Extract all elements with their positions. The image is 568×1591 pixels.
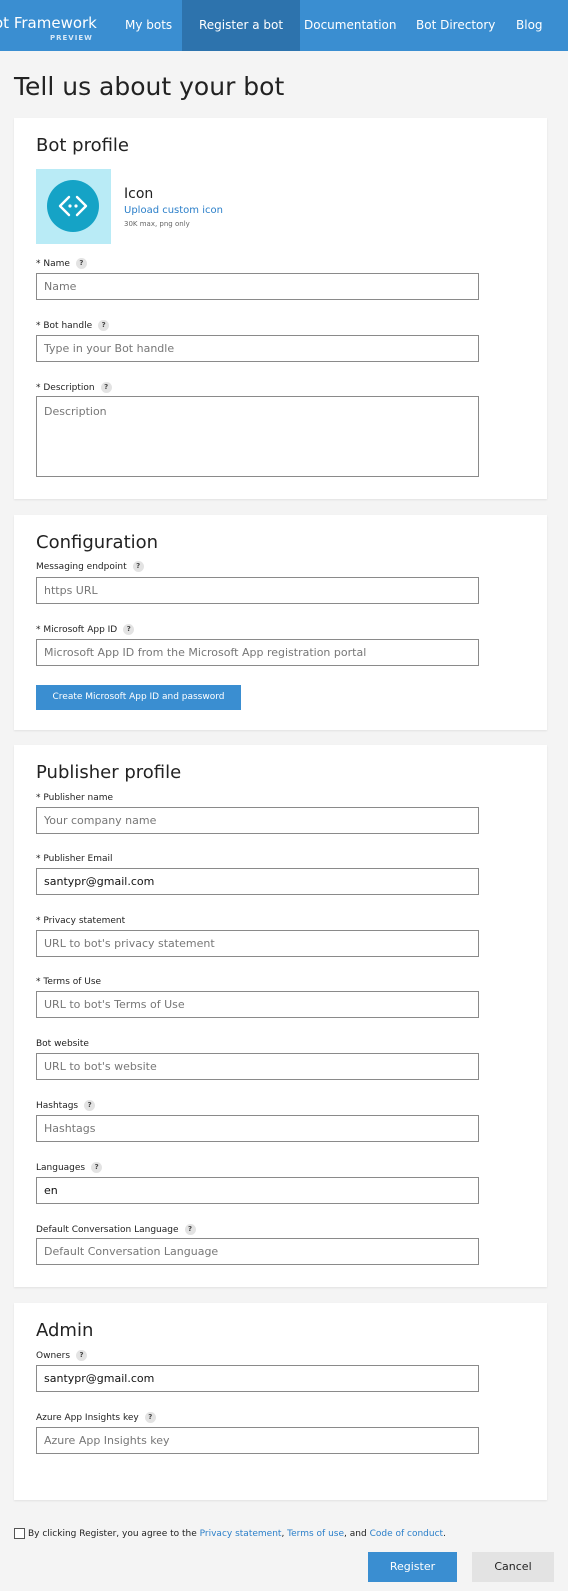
owners-label: Owners? (36, 1350, 88, 1361)
icon-label: Icon (124, 186, 154, 202)
bot-icon (47, 180, 99, 232)
help-icon[interactable]: ? (84, 1100, 96, 1111)
bot-handle-label: * Bot handle? (36, 320, 110, 331)
configuration-heading: Configuration (36, 532, 159, 553)
nav-my-bots[interactable]: My bots (108, 0, 189, 51)
privacy-statement-input[interactable]: URL to bot's privacy statement (36, 930, 479, 957)
admin-heading: Admin (36, 1320, 94, 1341)
name-input[interactable]: Name (36, 273, 479, 300)
nav-register-bot[interactable]: Register a bot (182, 0, 301, 51)
hashtags-input[interactable]: Hashtags (36, 1115, 479, 1142)
app-id-input[interactable]: Microsoft App ID from the Microsoft App … (36, 639, 479, 666)
publisher-email-label: * Publisher Email (36, 854, 113, 864)
configuration-card: Configuration Messaging endpoint? https … (14, 515, 547, 730)
icon-size-note: 30K max, png only (124, 220, 190, 228)
bot-profile-card: Bot profile Icon Upload custom icon 30K … (14, 118, 547, 499)
create-app-id-button[interactable]: Create Microsoft App ID and password (36, 685, 241, 710)
description-label: * Description? (36, 382, 112, 393)
terms-of-use-link[interactable]: Terms of use (287, 1529, 344, 1539)
code-of-conduct-link[interactable]: Code of conduct (370, 1529, 444, 1539)
help-icon[interactable]: ? (144, 1412, 156, 1423)
terms-of-use-input[interactable]: URL to bot's Terms of Use (36, 991, 479, 1018)
insights-key-label: Azure App Insights key? (36, 1412, 156, 1423)
bot-icon-preview (36, 169, 111, 244)
help-icon[interactable]: ? (132, 561, 144, 572)
publisher-profile-card: Publisher profile * Publisher name Your … (14, 745, 547, 1287)
admin-card: Admin Owners? santypr@gmail.com Azure Ap… (14, 1303, 547, 1500)
default-language-label: Default Conversation Language? (36, 1224, 196, 1235)
cancel-button[interactable]: Cancel (472, 1552, 554, 1582)
brand-name: ot Framework (0, 14, 97, 32)
help-icon[interactable]: ? (100, 382, 112, 393)
privacy-statement-link[interactable]: Privacy statement (200, 1529, 282, 1539)
description-textarea[interactable]: Description (36, 396, 479, 477)
top-nav: ot Framework PREVIEW My bots Register a … (0, 0, 568, 51)
help-icon[interactable]: ? (184, 1224, 196, 1235)
name-label: * Name? (36, 258, 87, 269)
help-icon[interactable]: ? (75, 258, 87, 269)
agreement-row: By clicking Register, you agree to the P… (14, 1528, 446, 1539)
messaging-endpoint-label: Messaging endpoint? (36, 561, 144, 572)
brand-preview-badge: PREVIEW (50, 34, 93, 42)
bot-profile-heading: Bot profile (36, 135, 129, 156)
insights-key-input[interactable]: Azure App Insights key (36, 1427, 479, 1454)
languages-label: Languages? (36, 1162, 103, 1173)
terms-of-use-label: * Terms of Use (36, 977, 102, 987)
messaging-endpoint-input[interactable]: https URL (36, 577, 479, 604)
publisher-email-input[interactable]: santypr@gmail.com (36, 868, 479, 895)
register-button[interactable]: Register (368, 1552, 457, 1582)
app-id-label: * Microsoft App ID? (36, 624, 135, 635)
agree-checkbox[interactable] (14, 1528, 25, 1539)
upload-icon-link[interactable]: Upload custom icon (124, 205, 223, 216)
publisher-name-label: * Publisher name (36, 793, 114, 803)
default-language-input[interactable]: Default Conversation Language (36, 1238, 479, 1265)
code-brackets-icon (58, 195, 88, 217)
bot-handle-input[interactable]: Type in your Bot handle (36, 335, 479, 362)
nav-documentation[interactable]: Documentation (287, 0, 414, 51)
help-icon[interactable]: ? (76, 1350, 88, 1361)
owners-input[interactable]: santypr@gmail.com (36, 1365, 479, 1392)
publisher-name-input[interactable]: Your company name (36, 807, 479, 834)
help-icon[interactable]: ? (91, 1162, 103, 1173)
hashtags-label: Hashtags? (36, 1100, 96, 1111)
privacy-statement-label: * Privacy statement (36, 916, 126, 926)
publisher-heading: Publisher profile (36, 762, 182, 783)
nav-blog[interactable]: Blog (499, 0, 560, 51)
agreement-text: By clicking Register, you agree to the (28, 1529, 197, 1539)
bot-website-input[interactable]: URL to bot's website (36, 1053, 479, 1080)
help-icon[interactable]: ? (123, 624, 135, 635)
page-title: Tell us about your bot (14, 72, 285, 101)
bot-website-label: Bot website (36, 1039, 89, 1049)
languages-input[interactable]: en (36, 1177, 479, 1204)
help-icon[interactable]: ? (98, 320, 110, 331)
nav-bot-directory[interactable]: Bot Directory (399, 0, 512, 51)
